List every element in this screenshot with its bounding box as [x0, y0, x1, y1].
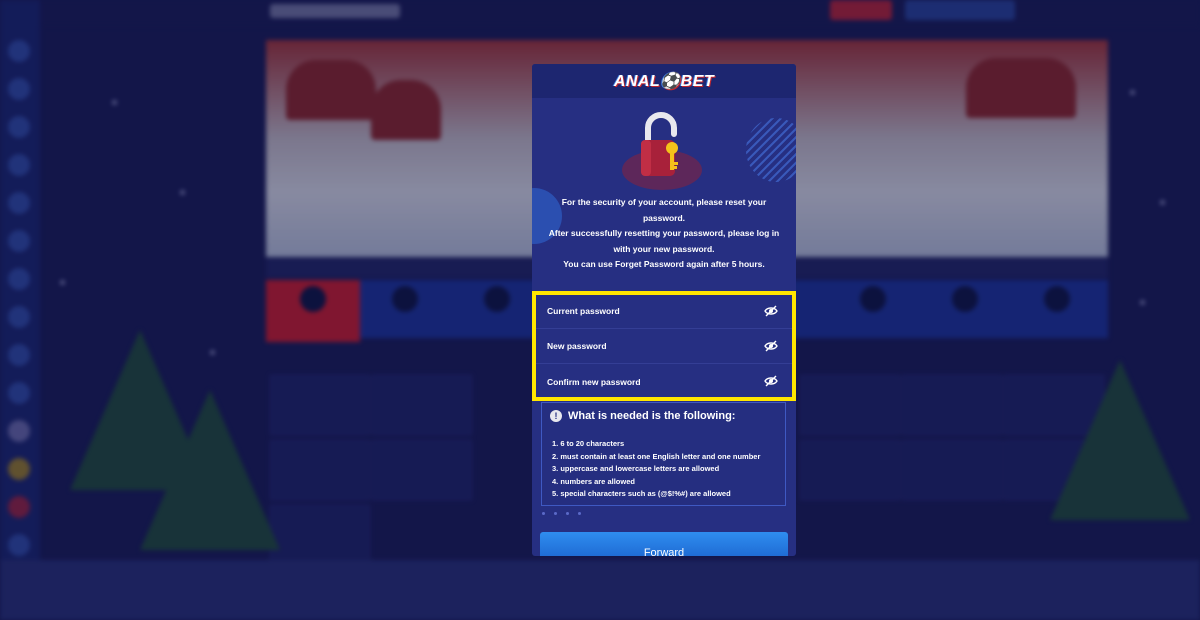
requirement-item: 3. uppercase and lowercase letters are a… [552, 464, 720, 474]
modal-header: ANAL⚽BET [532, 64, 796, 98]
requirement-item: 4. numbers are allowed [552, 476, 635, 486]
requirements-list: 1. 6 to 20 characters 2. must contain at… [552, 438, 785, 501]
reset-message-line: You can use Forget Password again after … [563, 259, 765, 269]
decorative-dot [566, 512, 569, 515]
decorative-dot [578, 512, 581, 515]
reset-message-line: After successfully resetting your passwo… [548, 228, 780, 254]
requirement-item: 1. 6 to 20 characters [552, 439, 625, 448]
reset-message: For the security of your account, please… [532, 145, 796, 273]
info-icon: ! [550, 410, 562, 422]
brand-logo: ANAL⚽BET [613, 73, 715, 90]
decorative-dots [542, 512, 581, 515]
forward-button[interactable]: Forward [540, 532, 788, 556]
requirement-item: 5. special characters such as (@$!%#) ar… [552, 489, 731, 499]
password-requirements: ! What is needed is the following: 1. 6 … [541, 402, 786, 506]
requirements-title: ! What is needed is the following: [550, 410, 785, 422]
fields-highlight-box [532, 291, 796, 401]
decorative-dot [554, 512, 557, 515]
requirements-title-text: What is needed is the following: [568, 410, 736, 422]
requirement-item: 2. must contain at least one English let… [552, 451, 761, 461]
decorative-dot [542, 512, 545, 515]
reset-message-line: For the security of your account, please… [561, 197, 767, 223]
